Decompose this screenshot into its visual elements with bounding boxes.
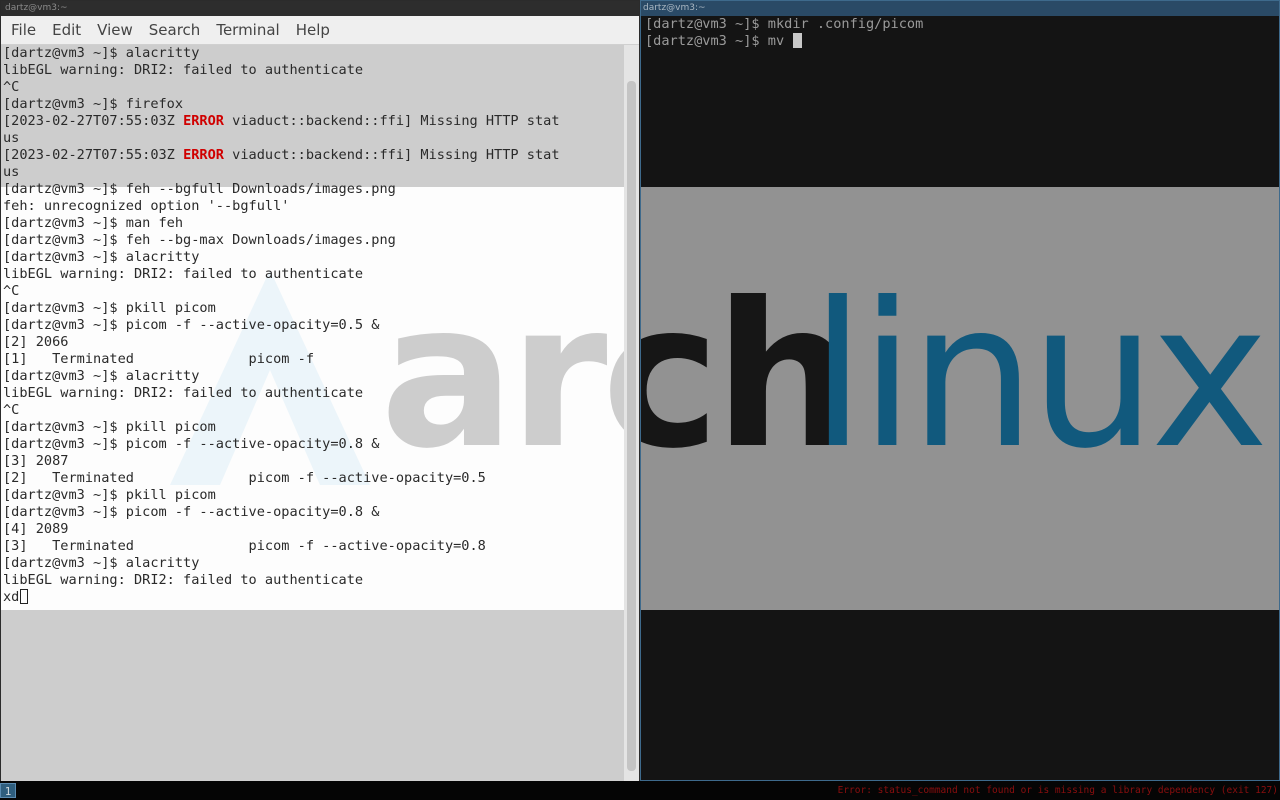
terminal-line: [dartz@vm3 ~]$ mkdir .config/picom [645,16,923,33]
terminal-line: [dartz@vm3 ~]$ man feh [3,215,621,232]
terminal-line: [dartz@vm3 ~]$ picom -f --active-opacity… [3,504,621,521]
terminal-text: [2023-02-27T07:55:03Z [3,113,184,129]
menu-file[interactable]: File [3,21,44,39]
terminal-text: [dartz@vm3 ~]$ alacritty [3,45,200,61]
terminal-line: xd [3,589,621,606]
right-terminal-window[interactable]: dartz@vm3:~ [dartz@vm3 ~]$ mkdir .config… [640,0,1280,781]
terminal-text: [1] Terminated picom -f [3,351,314,367]
terminal-line: us [3,164,621,181]
terminal-text: [dartz@vm3 ~]$ alacritty [3,368,200,384]
right-window-title: dartz@vm3:~ [641,1,1279,16]
terminal-text: us [3,130,20,146]
terminal-text: [3] 2087 [3,453,69,469]
terminal-text: viaduct::backend::ffi] Missing HTTP stat [223,147,560,163]
right-terminal-output-area[interactable]: [dartz@vm3 ~]$ mkdir .config/picom [dartz… [641,16,1279,780]
terminal-text: [4] 2089 [3,521,69,537]
terminal-line: ^C [3,402,621,419]
terminal-text: [2] 2066 [3,334,69,350]
terminal-line: [dartz@vm3 ~]$ pkill picom [3,487,621,504]
terminal-text: [dartz@vm3 ~]$ feh --bgfull Downloads/im… [3,181,396,197]
terminal-text: viaduct::backend::ffi] Missing HTTP stat [223,113,560,129]
left-terminal-output: [dartz@vm3 ~]$ alacritty libEGL warning: … [3,45,621,606]
terminal-text: libEGL warning: DRI2: failed to authenti… [3,572,364,588]
terminal-text: us [3,164,20,180]
terminal-line: [2] Terminated picom -f --active-opacity… [3,470,621,487]
terminal-line: ^C [3,79,621,96]
menu-terminal[interactable]: Terminal [208,21,287,39]
terminal-line: [3] Terminated picom -f --active-opacity… [3,538,621,555]
terminal-line: [dartz@vm3 ~]$ picom -f --active-opacity… [3,317,621,334]
menu-edit[interactable]: Edit [44,21,89,39]
terminal-text: [3] Terminated picom -f --active-opacity… [3,538,486,554]
terminal-line: [dartz@vm3 ~]$ firefox [3,96,621,113]
terminal-text: feh: unrecognized option '--bgfull' [3,198,290,214]
terminal-text: libEGL warning: DRI2: failed to authenti… [3,266,364,282]
terminal-text: [dartz@vm3 ~]$ pkill picom [3,487,216,503]
terminal-text: [dartz@vm3 ~]$ alacritty [3,249,200,265]
terminal-line: [dartz@vm3 ~]$ picom -f --active-opacity… [3,436,621,453]
left-terminal-window[interactable]: dartz@vm3:~ File Edit View Search Termin… [0,0,640,781]
terminal-text: [2] Terminated picom -f --active-opacity… [3,470,486,486]
terminal-text: [dartz@vm3 ~]$ mv [645,33,793,49]
error-label: ERROR [183,147,224,163]
terminal-line: [dartz@vm3 ~]$ alacritty [3,249,621,266]
i3-status-bar: 1 Error: status_command not found or is … [0,781,1280,800]
terminal-text: ^C [3,283,20,299]
terminal-scrollbar[interactable] [624,45,639,781]
terminal-line: [1] Terminated picom -f [3,351,621,368]
menu-view[interactable]: View [89,21,141,39]
terminal-line: [dartz@vm3 ~]$ alacritty [3,368,621,385]
menu-help[interactable]: Help [288,21,338,39]
terminal-text: libEGL warning: DRI2: failed to authenti… [3,62,364,78]
terminal-text: [dartz@vm3 ~]$ pkill picom [3,300,216,316]
status-error-text: Error: status_command not found or is mi… [837,785,1278,796]
left-terminal-output-area[interactable]: [dartz@vm3 ~]$ alacritty libEGL warning: … [1,45,624,781]
terminal-line: [dartz@vm3 ~]$ mv [645,33,923,50]
terminal-line: ^C [3,283,621,300]
terminal-cursor-icon [20,589,29,604]
terminal-line: [4] 2089 [3,521,621,538]
terminal-line: us [3,130,621,147]
terminal-text: [dartz@vm3 ~]$ man feh [3,215,184,231]
terminal-text: ^C [3,402,20,418]
right-terminal-output: [dartz@vm3 ~]$ mkdir .config/picom [dartz… [645,16,923,50]
menu-search[interactable]: Search [141,21,209,39]
terminal-line: feh: unrecognized option '--bgfull' [3,198,621,215]
terminal-text: [dartz@vm3 ~]$ picom -f --active-opacity… [3,504,380,520]
terminal-text: [dartz@vm3 ~]$ mkdir .config/picom [645,16,924,32]
terminal-line: [2023-02-27T07:55:03Z ERROR viaduct::bac… [3,147,621,164]
terminal-line: [dartz@vm3 ~]$ pkill picom [3,300,621,317]
scrollbar-thumb[interactable] [627,81,636,771]
terminal-line: [dartz@vm3 ~]$ alacritty [3,555,621,572]
terminal-text: [dartz@vm3 ~]$ pkill picom [3,419,216,435]
terminal-line: [dartz@vm3 ~]$ alacritty [3,45,621,62]
terminal-text: ^C [3,79,20,95]
terminal-text: [dartz@vm3 ~]$ picom -f --active-opacity… [3,317,380,333]
terminal-text: [dartz@vm3 ~]$ alacritty [3,555,200,571]
terminal-line: libEGL warning: DRI2: failed to authenti… [3,266,621,283]
terminal-text: [dartz@vm3 ~]$ feh --bg-max Downloads/im… [3,232,396,248]
terminal-text: [dartz@vm3 ~]$ picom -f --active-opacity… [3,436,380,452]
terminal-line: libEGL warning: DRI2: failed to authenti… [3,385,621,402]
terminal-line: [dartz@vm3 ~]$ feh --bg-max Downloads/im… [3,232,621,249]
terminal-text: [dartz@vm3 ~]$ firefox [3,96,184,112]
terminal-text: xd [3,589,20,605]
terminal-line: libEGL warning: DRI2: failed to authenti… [3,572,621,589]
terminal-text: [2023-02-27T07:55:03Z [3,147,184,163]
workspace-button[interactable]: 1 [0,783,16,798]
terminal-line: [2023-02-27T07:55:03Z ERROR viaduct::bac… [3,113,621,130]
left-window-title: dartz@vm3:~ [1,1,639,16]
error-label: ERROR [183,113,224,129]
terminal-menubar: File Edit View Search Terminal Help [1,16,639,45]
terminal-text: libEGL warning: DRI2: failed to authenti… [3,385,364,401]
terminal-cursor-icon [793,33,803,48]
terminal-line: [2] 2066 [3,334,621,351]
terminal-line: [3] 2087 [3,453,621,470]
terminal-line: [dartz@vm3 ~]$ pkill picom [3,419,621,436]
terminal-line: [dartz@vm3 ~]$ feh --bgfull Downloads/im… [3,181,621,198]
terminal-line: libEGL warning: DRI2: failed to authenti… [3,62,621,79]
